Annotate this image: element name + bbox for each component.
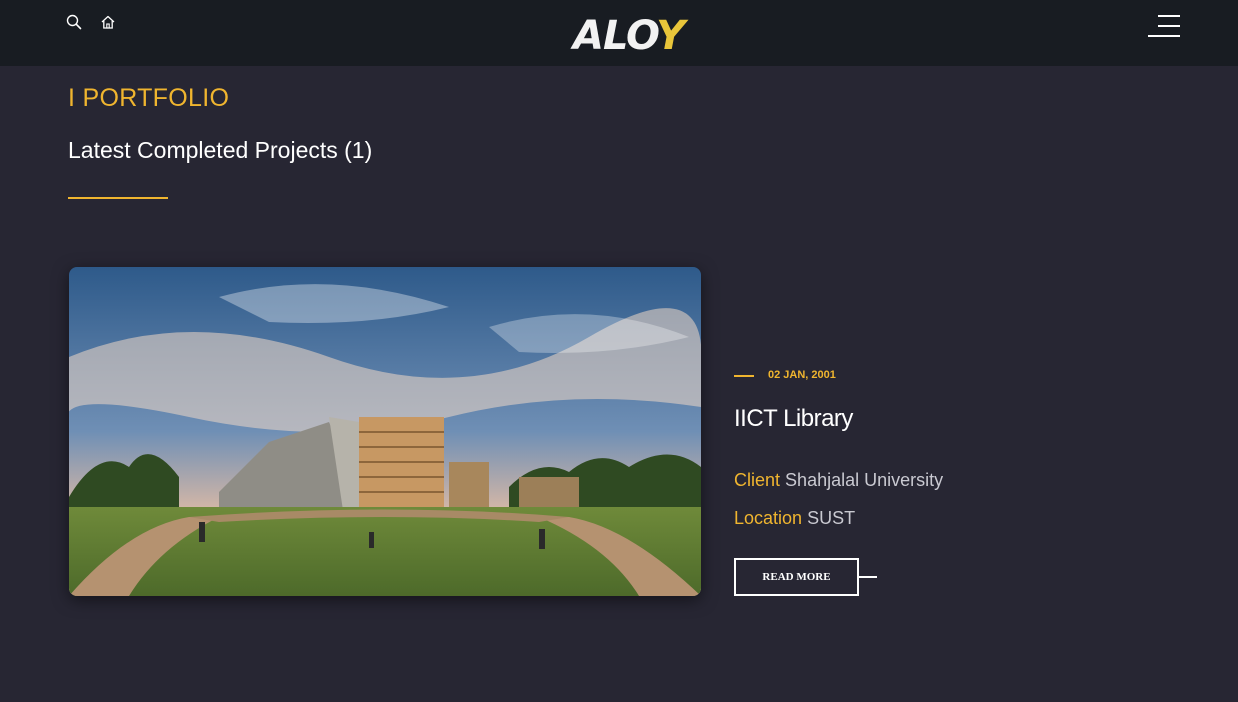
project-date: 02 JAN, 2001	[768, 369, 836, 381]
date-divider	[734, 375, 754, 377]
logo-accent-text: Y	[656, 13, 685, 59]
site-logo[interactable]: ALOY	[573, 12, 685, 60]
button-tail-line	[859, 576, 877, 578]
project-image[interactable]	[69, 267, 701, 596]
location-value: SUST	[807, 508, 856, 528]
title-divider	[68, 197, 168, 199]
logo-text: ALO	[573, 13, 657, 59]
hamburger-menu-icon[interactable]	[1146, 15, 1180, 39]
project-location: Location SUST	[734, 508, 855, 529]
project-client: Client Shahjalal University	[734, 470, 943, 491]
section-label: I PORTFOLIO	[68, 84, 230, 112]
read-more-button[interactable]: READ MORE	[734, 558, 859, 596]
home-icon[interactable]	[100, 14, 120, 34]
project-title[interactable]: IICT Library	[734, 405, 853, 433]
page-title: Latest Completed Projects (1)	[68, 137, 373, 163]
client-label: Client	[734, 470, 781, 490]
location-label: Location	[734, 508, 803, 528]
search-icon[interactable]	[66, 14, 86, 34]
top-navbar: ALOY	[0, 0, 1238, 66]
client-value: Shahjalal University	[785, 470, 944, 490]
